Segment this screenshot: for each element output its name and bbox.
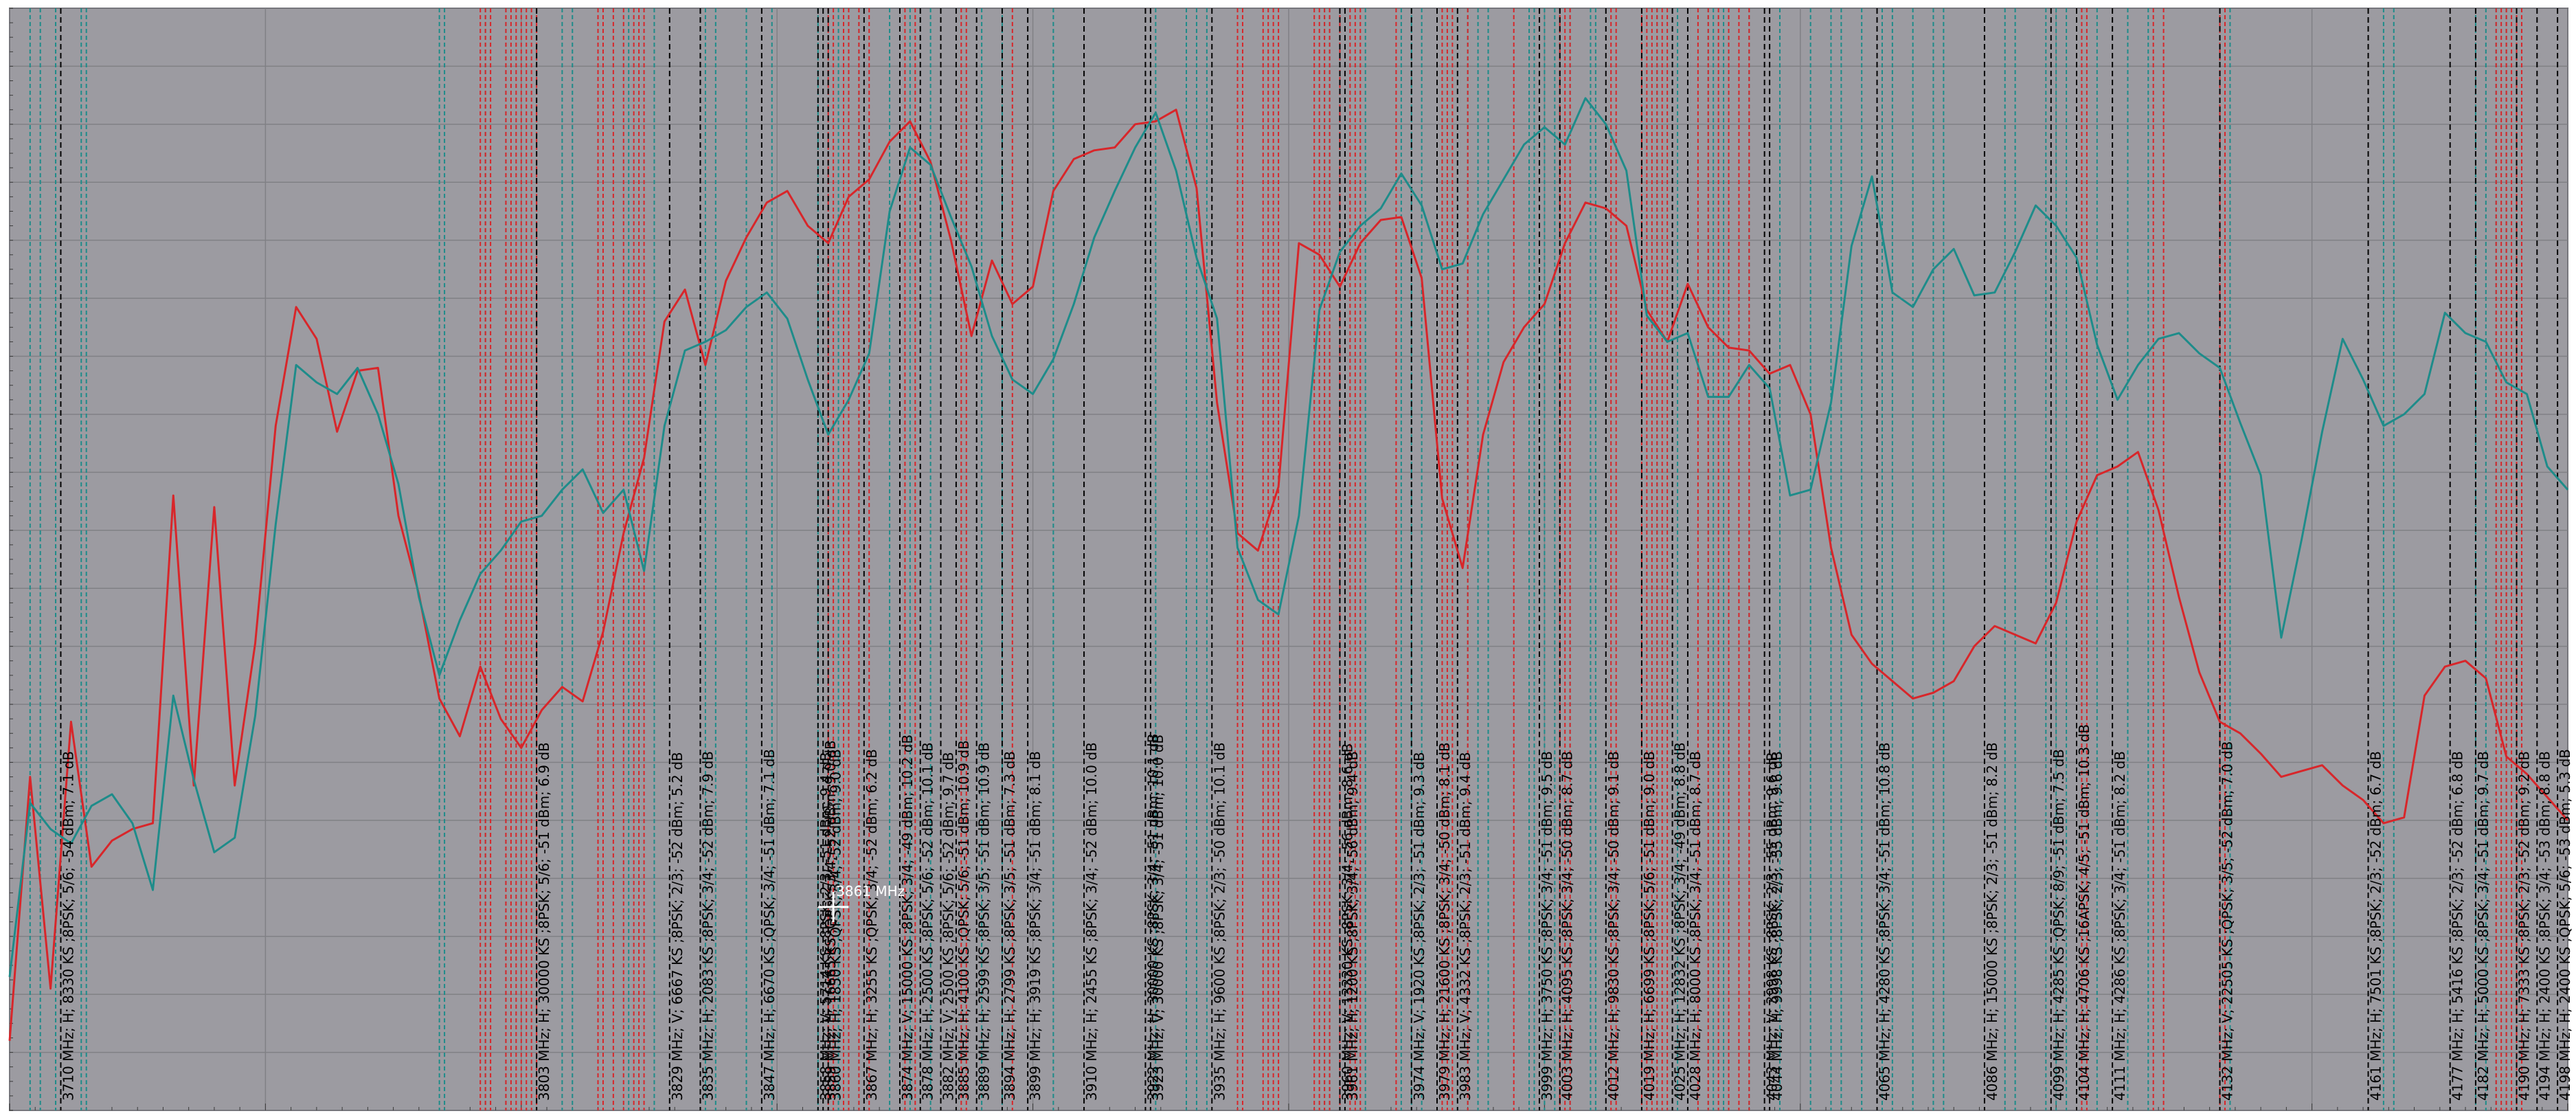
marker-label: 4177 MHz; H; 5416 KS ;8PSK; 2/3; -52 dBm… <box>2450 751 2466 1101</box>
marker-label: 3803 MHz; H; 30000 KS ;8PSK; 5/6; -51 dB… <box>536 742 552 1101</box>
marker-label: 4028 MHz; H; 8000 KS ;8PSK; 3/4; -51 dBm… <box>1687 751 1704 1101</box>
marker-label: 3847 MHz; H; 6670 KS ;QPSK; 3/4; -51 dBm… <box>761 749 778 1101</box>
marker-label: 4190 MHz; H; 7333 KS ;8PSK; 2/3; -52 dBm… <box>2516 751 2533 1101</box>
marker-label: 4044 MHz; H; 9998 KS ;8PSK; 2/3; -55 dBm… <box>1769 751 1785 1101</box>
marker-label: 3935 MHz; H; 9600 KS ;8PSK; 2/3; -50 dBm… <box>1211 742 1228 1101</box>
marker-label: 3974 MHz; V; 1920 KS ;8PSK; 2/3; -51 dBm… <box>1411 752 1427 1101</box>
marker-label: 3874 MHz; V; 15000 KS ;8PSK; 3/4; -49 dB… <box>899 735 916 1101</box>
marker-label: 3910 MHz; H; 2455 KS ;8PSK; 3/4; -52 dBm… <box>1083 742 1100 1101</box>
marker-label: 4132 MHz; V; 22505 KS ;QPSK; 3/5; -52 dB… <box>2219 741 2236 1101</box>
marker-label: 3835 MHz; H; 2083 KS ;8PSK; 3/4; -52 dBm… <box>699 751 716 1101</box>
marker-label: 4025 MHz; H; 12832 KS ;8PSK; 3/4; -49 dB… <box>1672 742 1688 1101</box>
marker-label: 4104 MHz; H; 4706 KS ;16APSK; 4/5; -51 d… <box>2076 724 2092 1101</box>
marker-label: 3878 MHz; H; 2500 KS ;8PSK; 5/6; -52 dBm… <box>920 742 936 1101</box>
marker-label: 3889 MHz; H; 2599 KS ;8PSK; 3/5; -51 dBm… <box>976 742 993 1101</box>
marker-label: 4111 MHz; H; 4286 KS ;8PSK; 3/4; -51 dBm… <box>2112 751 2128 1101</box>
marker-label: 3899 MHz; H; 3919 KS ;8PSK; 3/4; -51 dBm… <box>1027 751 1043 1101</box>
marker-label: 4182 MHz; H; 5000 KS ;8PSK; 3/4; -51 dBm… <box>2475 751 2492 1101</box>
marker-label: 3923 MHz; V; 30000 KS ;8PSK; 3/4; -51 dB… <box>1150 735 1166 1101</box>
marker-label: 4086 MHz; H; 15000 KS ;8PSK; 2/3; -51 dB… <box>1984 742 2000 1101</box>
marker-label: 4003 MHz; H; 4095 KS ;8PSK; 3/4; -50 dBm… <box>1559 751 1576 1101</box>
marker-label: 3867 MHz; H; 3255 KS ;QPSK; 3/4; -52 dBm… <box>863 749 880 1101</box>
marker-label: 3999 MHz; H; 3750 KS ;8PSK; 3/4; -51 dBm… <box>1539 751 1555 1101</box>
marker-label: 3885 MHz; H; 4100 KS ;QPSK; 5/6; -51 dBm… <box>956 740 972 1101</box>
marker-label: 4065 MHz; H; 4280 KS ;8PSK; 3/4; -51 dBm… <box>1877 742 1893 1101</box>
marker-label: 4161 MHz; H; 7501 KS ;8PSK; 2/3; -52 dBm… <box>2368 751 2384 1101</box>
marker-label: 3894 MHz; H; 2799 KS ;8PSK; 3/5; -51 dBm… <box>1002 751 1018 1101</box>
marker-label: 3710 MHz; H; 8330 KS ;8PSK; 5/6; -54 dBm… <box>60 751 76 1101</box>
marker-label: 3882 MHz; V; 2500 KS ;8PSK; 5/6; -52 dBm… <box>940 752 957 1101</box>
marker-label: 3983 MHz; V; 4332 KS ;8PSK; 2/3; -51 dBm… <box>1457 752 1473 1101</box>
marker-label: 3829 MHz; V; 6667 KS ;8PSK; 2/3; -52 dBm… <box>669 752 686 1101</box>
marker-label: 3979 MHz; H; 21600 KS ;8PSK; 3/4; -50 dB… <box>1436 742 1453 1101</box>
marker-label: 3961 MHz; H; 1200 KS ;8PSK; 3/4; -56 dBm… <box>1344 751 1361 1101</box>
spectrum-chart: 3710 MHz; H; 8330 KS ;8PSK; 5/6; -54 dBm… <box>8 8 2573 1111</box>
marker-label: 4099 MHz; H; 4285 KS ;QPSK; 8/9; -51 dBm… <box>2050 749 2067 1101</box>
cursor-label: 3861 MHz <box>836 883 905 899</box>
marker-label: 3860 MHz; H; 1850 KS ;QPSK; 3/4; -52 dBm… <box>828 749 844 1101</box>
marker-label: 4012 MHz; H; 9830 KS ;8PSK; 3/4; -50 dBm… <box>1605 751 1622 1101</box>
marker-label: 4019 MHz; H; 6699 KS ;8PSK; 5/6; -51 dBm… <box>1641 751 1658 1101</box>
marker-label: 4198 MHz; H; 2400 KS ;QPSK; 5/6; -53 dBm… <box>2557 749 2573 1101</box>
marker-label: 4194 MHz; H; 2400 KS ;8PSK; 3/4; -53 dBm… <box>2536 751 2553 1101</box>
